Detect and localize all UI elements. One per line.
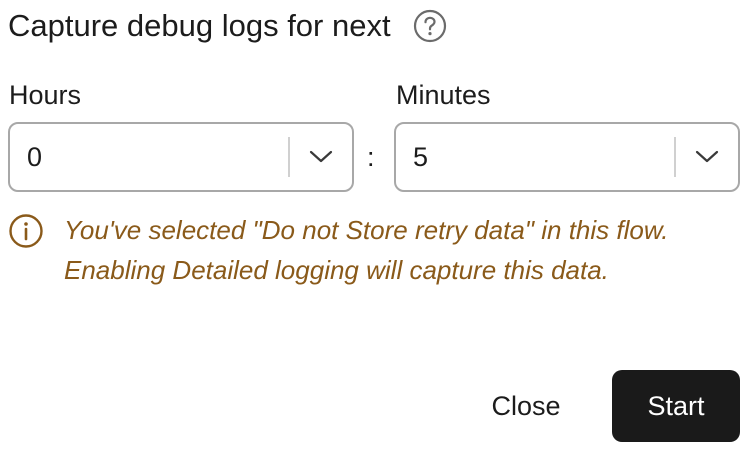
retry-data-warning: You've selected "Do not Store retry data… [8, 210, 728, 290]
dialog-title: Capture debug logs for next [8, 8, 391, 43]
hours-value: 0 [27, 141, 43, 172]
minutes-select[interactable]: 5 [394, 122, 740, 192]
start-button[interactable]: Start [612, 370, 740, 442]
time-separator: : [367, 142, 375, 172]
hours-select[interactable]: 0 [8, 122, 354, 192]
warning-message: You've selected "Do not Store retry data… [64, 215, 669, 285]
hours-label: Hours [9, 80, 82, 110]
debug-logs-dialog: Capture debug logs for next Hours Minute… [0, 0, 750, 452]
info-circle-icon [8, 213, 44, 249]
title-row: Capture debug logs for next [8, 4, 447, 48]
question-circle-icon[interactable] [413, 9, 447, 43]
minutes-value: 5 [413, 141, 429, 172]
minutes-label: Minutes [396, 80, 491, 110]
close-button[interactable]: Close [466, 370, 586, 442]
chevron-down-icon[interactable] [676, 124, 738, 190]
chevron-down-icon[interactable] [290, 124, 352, 190]
